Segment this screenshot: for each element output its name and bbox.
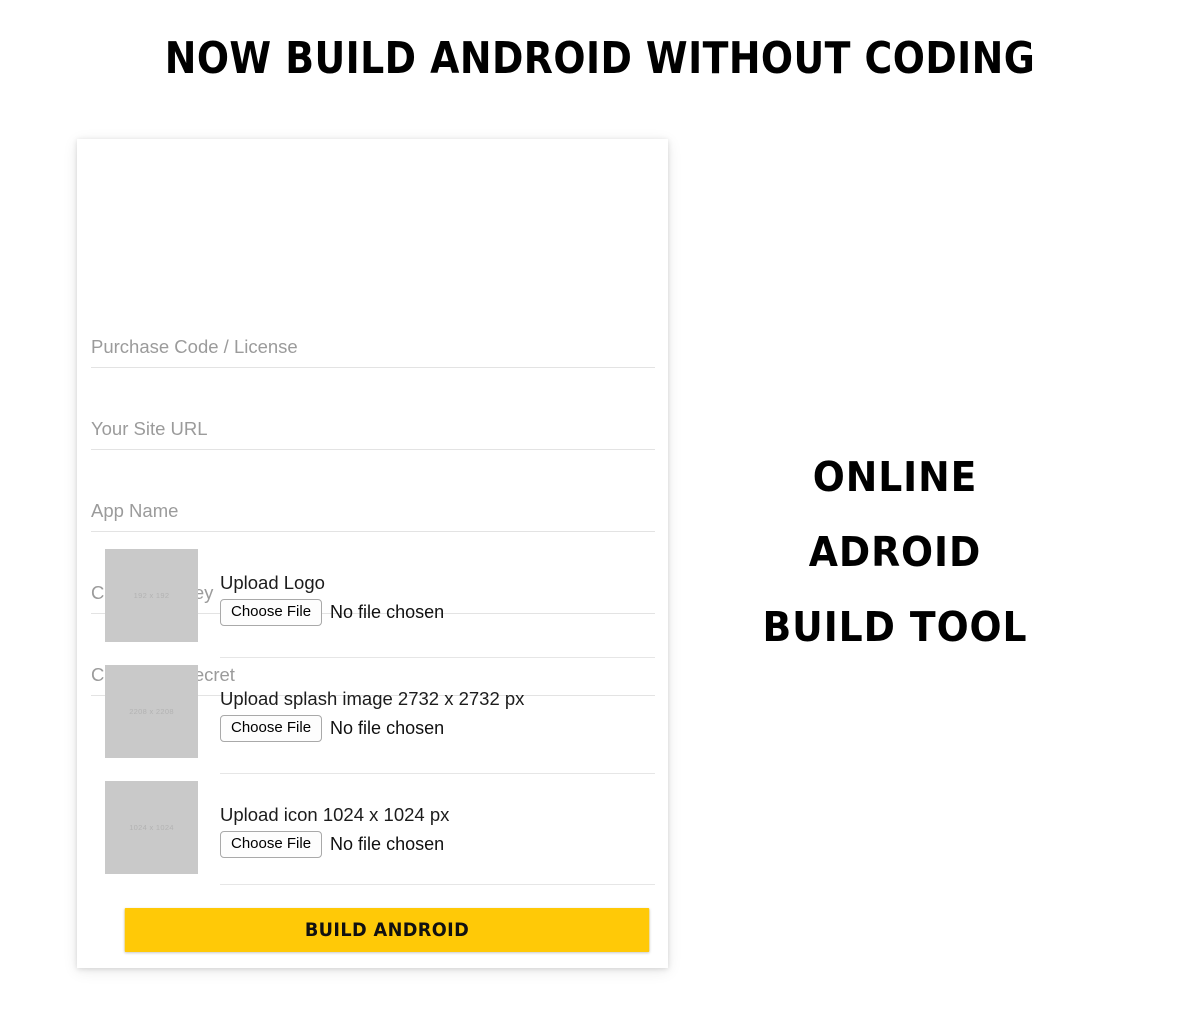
card-inner: 192 x 192 Upload Logo Choose File No fil…: [91, 139, 669, 968]
upload-row-separator: [220, 773, 655, 774]
upload-row-logo: 192 x 192 Upload Logo Choose File No fil…: [91, 549, 655, 665]
logo-choose-file-button[interactable]: Choose File: [220, 599, 323, 626]
icon-thumbnail-preview: 1024 x 1024: [105, 781, 198, 874]
logo-upload-title: Upload Logo: [220, 572, 325, 593]
splash-file-input[interactable]: Choose File No file chosen: [220, 715, 655, 742]
splash-upload-body: Upload splash image 2732 x 2732 px Choos…: [220, 687, 655, 742]
logo-thumbnail-preview: 192 x 192: [105, 549, 198, 642]
site-url-input[interactable]: [91, 418, 651, 440]
icon-file-input[interactable]: Choose File No file chosen: [220, 831, 655, 858]
tagline-line-2: ADROID: [808, 528, 982, 576]
upload-row-splash: 2208 x 2208 Upload splash image 2732 x 2…: [91, 665, 655, 781]
purchase-code-input[interactable]: [91, 336, 651, 358]
logo-file-status: No file chosen: [330, 601, 445, 622]
splash-choose-file-button[interactable]: Choose File: [220, 715, 323, 742]
splash-file-status: No file chosen: [330, 717, 445, 738]
icon-upload-body: Upload icon 1024 x 1024 px Choose File N…: [220, 803, 655, 858]
logo-upload-body: Upload Logo Choose File No file chosen: [220, 571, 655, 626]
logo-thumbnail-label: 192 x 192: [133, 591, 170, 600]
logo-file-input[interactable]: Choose File No file chosen: [220, 599, 655, 626]
upload-row-icon: 1024 x 1024 Upload icon 1024 x 1024 px C…: [91, 781, 655, 897]
upload-row-separator: [220, 884, 655, 885]
icon-thumbnail-label: 1024 x 1024: [129, 823, 174, 832]
tagline: ONLINE ADROID BUILD TOOL: [700, 440, 1090, 665]
build-android-button[interactable]: BUILD ANDROID: [124, 908, 650, 952]
field-site-url: [91, 368, 655, 450]
icon-file-status: No file chosen: [330, 833, 445, 854]
splash-thumbnail-preview: 2208 x 2208: [105, 665, 198, 758]
field-app-name: [91, 450, 655, 532]
splash-upload-title: Upload splash image 2732 x 2732 px: [220, 688, 525, 709]
page-headline: NOW BUILD ANDROID WITHOUT CODING: [164, 33, 1036, 84]
build-form-card: 192 x 192 Upload Logo Choose File No fil…: [77, 139, 668, 968]
tagline-line-1: ONLINE: [812, 453, 978, 501]
tagline-line-3: BUILD TOOL: [762, 603, 1028, 651]
icon-upload-title: Upload icon 1024 x 1024 px: [220, 804, 450, 825]
field-purchase-code: [91, 286, 655, 368]
upload-row-separator: [220, 657, 655, 658]
app-name-input[interactable]: [91, 500, 651, 522]
icon-choose-file-button[interactable]: Choose File: [220, 831, 323, 858]
splash-thumbnail-label: 2208 x 2208: [129, 707, 174, 716]
